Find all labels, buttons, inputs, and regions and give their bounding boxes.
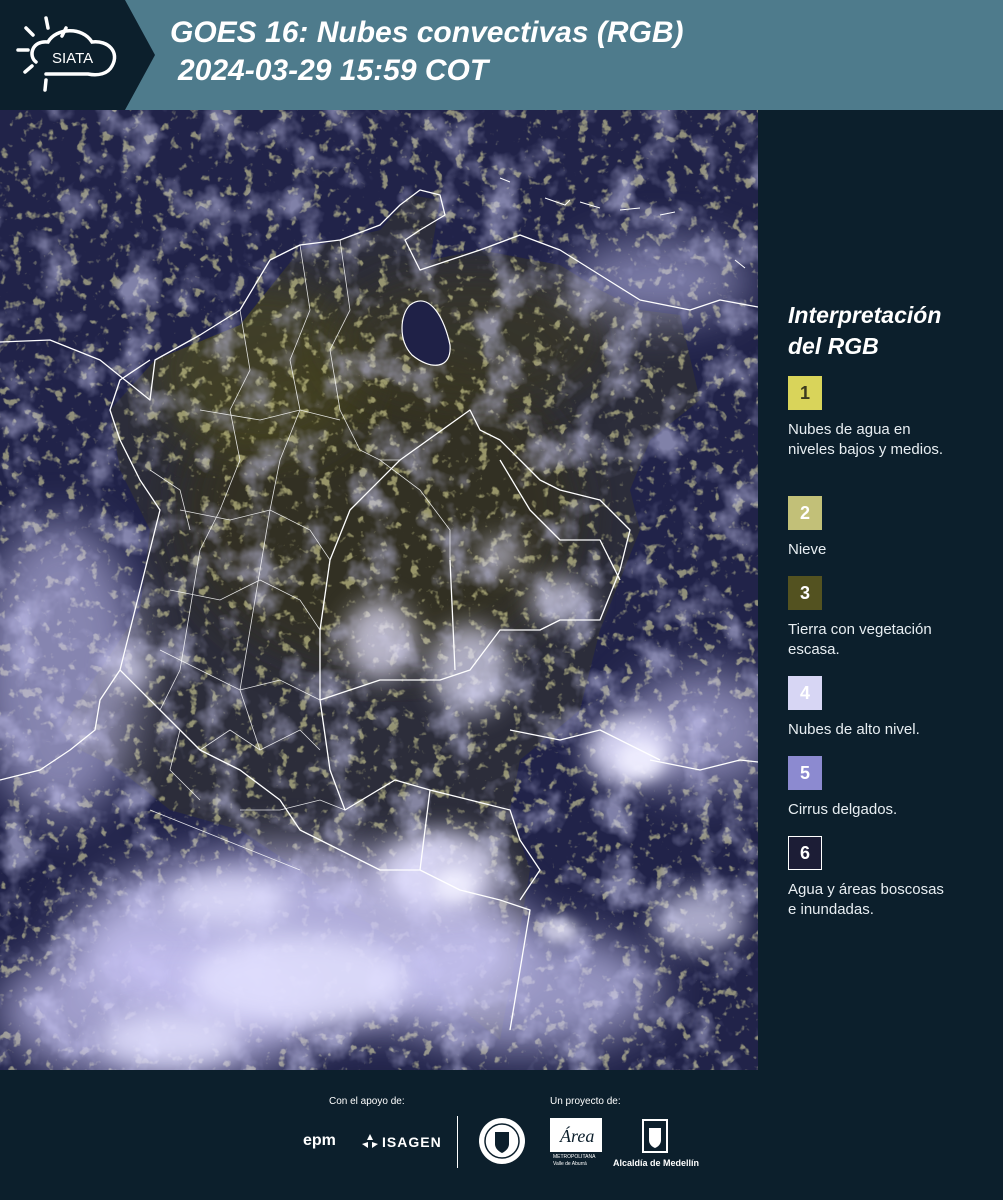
legend-label: Nubes de alto nivel. (788, 720, 995, 740)
legend-number: 1 (799, 382, 810, 403)
isagen-logo: ISAGEN (382, 1134, 442, 1150)
legend-item-5: 5 Cirrus delgados. (788, 756, 995, 820)
legend-title: Interpretación del RGB (788, 300, 995, 362)
area-sub-line2: Valle de Aburrá (553, 1161, 587, 1167)
legend-label-line2: niveles bajos y medios. (788, 441, 944, 458)
legend-label: Nieve (788, 540, 995, 560)
legend-swatch: 3 (788, 576, 822, 610)
legend-item-1: 1 Nubes de agua en niveles bajos y medios. (788, 376, 995, 460)
footer-divider (457, 1116, 458, 1168)
project-label: Un proyecto de: (550, 1096, 621, 1107)
alcaldia-emblem-icon (642, 1119, 668, 1153)
legend-item-3: 3 Tierra con vegetación escasa. (788, 576, 995, 660)
legend-label-line1: Agua y áreas boscosas (788, 881, 944, 898)
medellin-seal-icon (479, 1118, 525, 1164)
legend-number: 4 (799, 682, 810, 703)
legend-swatch: 1 (788, 376, 822, 410)
legend-title-line2: del RGB (788, 333, 879, 359)
isagen-mark-icon (362, 1134, 378, 1148)
legend-label: Nubes de agua en niveles bajos y medios. (788, 420, 995, 460)
page-title: GOES 16: Nubes convectivas (RGB) (170, 16, 684, 49)
header-bar: SIATA GOES 16: Nubes convectivas (RGB) 2… (0, 0, 1003, 110)
legend-swatch: 5 (788, 756, 822, 790)
legend-number: 6 (799, 842, 810, 863)
legend-number: 5 (799, 762, 810, 783)
legend-label-line2: e inundadas. (788, 901, 874, 918)
legend-item-6: 6 Agua y áreas boscosas e inundadas. (788, 836, 995, 920)
legend-swatch: 6 (788, 836, 822, 870)
support-label: Con el apoyo de: (329, 1096, 405, 1107)
alcaldia-label: Alcaldía de Medellín (613, 1158, 700, 1168)
footer: Con el apoyo de: Un proyecto de: epm ISA… (0, 1070, 1003, 1200)
epm-logo: epm (303, 1132, 336, 1149)
legend-item-4: 4 Nubes de alto nivel. (788, 676, 995, 740)
legend-label-line1: Nubes de agua en (788, 421, 911, 438)
legend-title-line1: Interpretación (788, 302, 942, 328)
legend-label-line1: Tierra con vegetación (788, 621, 932, 638)
legend-label-line2: escasa. (788, 641, 840, 658)
area-subtitle: METROPOLITANA Valle de Aburrá (553, 1154, 595, 1168)
legend-label-line1: Nieve (788, 541, 827, 558)
timestamp: 2024-03-29 15:59 COT (178, 54, 489, 87)
area-metropolitana-logo: Área (550, 1118, 602, 1152)
legend-label: Cirrus delgados. (788, 800, 995, 820)
siata-logo-text: SIATA (52, 50, 93, 67)
sun-cloud-icon: SIATA (16, 16, 117, 92)
rgb-satellite-image (0, 110, 758, 1070)
legend-label: Tierra con vegetación escasa. (788, 620, 995, 660)
legend-label-line1: Cirrus delgados. (788, 801, 898, 818)
legend-label: Agua y áreas boscosas e inundadas. (788, 880, 995, 920)
area-sub-line1: METROPOLITANA (553, 1154, 596, 1160)
legend-item-2: 2 Nieve (788, 496, 995, 560)
legend-list: 1 Nubes de agua en niveles bajos y medios.… (775, 376, 995, 920)
legend-panel: Interpretación del RGB 1 Nubes de agua en… (775, 300, 995, 934)
satellite-map (0, 110, 758, 1070)
legend-label-line1: Nubes de alto nivel. (788, 721, 920, 738)
legend-number: 3 (799, 582, 810, 603)
siata-logo: SIATA (0, 0, 155, 110)
legend-swatch: 4 (788, 676, 822, 710)
legend-number: 2 (799, 502, 810, 523)
legend-swatch: 2 (788, 496, 822, 530)
area-name: Área (559, 1125, 594, 1146)
